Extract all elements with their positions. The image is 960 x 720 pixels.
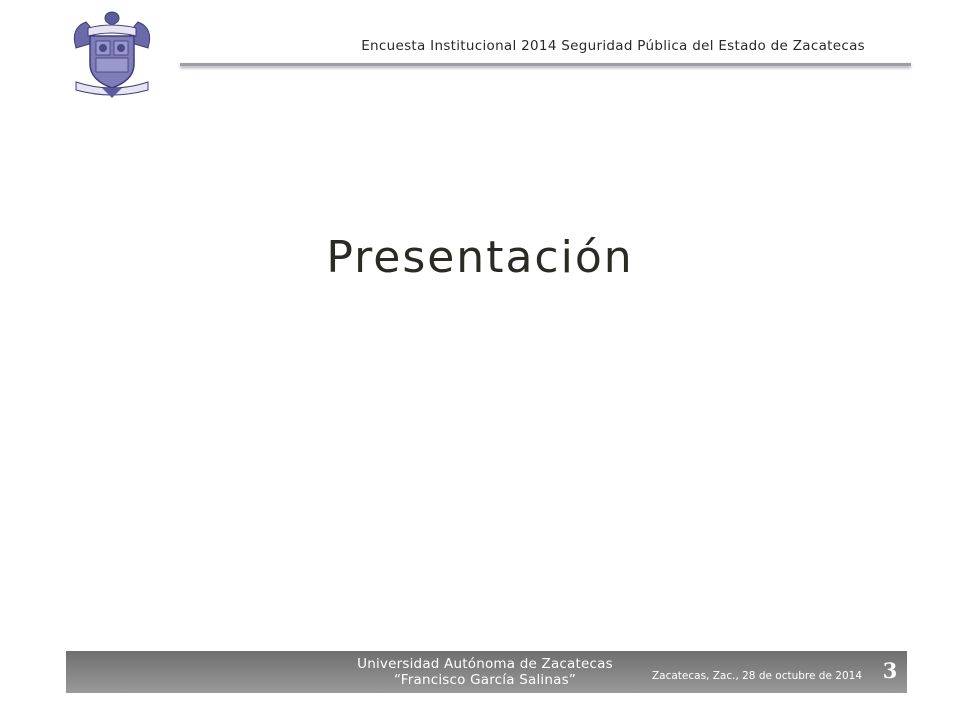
university-seal-icon [66, 8, 158, 98]
header-divider [180, 63, 911, 66]
page-number: 3 [882, 658, 898, 683]
slide-title: Presentación [326, 232, 634, 283]
footer-university-name: Universidad Autónoma de Zacatecas [357, 656, 613, 672]
header-title: Encuesta Institucional 2014 Seguridad Pú… [361, 38, 865, 54]
footer-university-subtitle: “Francisco García Salinas” [393, 672, 577, 688]
slide: Encuesta Institucional 2014 Seguridad Pú… [0, 0, 960, 720]
footer-university: Universidad Autónoma de Zacatecas “Franc… [330, 656, 640, 688]
footer-date: Zacatecas, Zac., 28 de octubre de 2014 [651, 670, 862, 682]
